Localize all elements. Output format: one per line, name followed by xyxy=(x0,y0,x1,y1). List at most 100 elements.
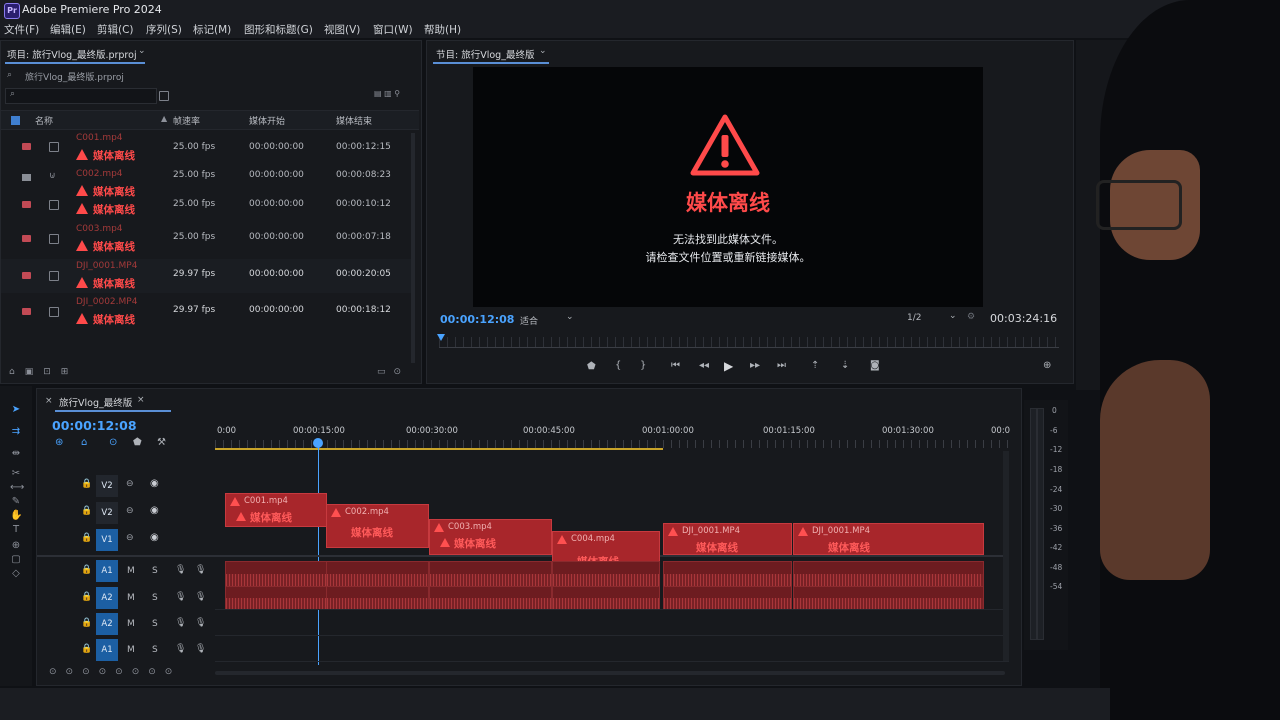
audio-clip[interactable] xyxy=(326,586,429,610)
lock-icon[interactable]: 🔒 xyxy=(81,565,92,575)
track-v1-toggle[interactable]: V1 xyxy=(96,529,118,551)
chevron-down-icon[interactable]: ⌄ xyxy=(949,311,957,321)
zoom-tool-icon[interactable]: ⊕ xyxy=(10,540,22,552)
audio-clip[interactable] xyxy=(429,586,552,610)
microphone-icon[interactable]: 🎙 xyxy=(195,644,206,654)
project-footer-right-icons[interactable]: ▭⊙ xyxy=(377,367,409,377)
mute-button[interactable]: M xyxy=(127,619,135,629)
track-a2-toggle[interactable]: A2 xyxy=(96,613,118,635)
lock-icon[interactable]: 🔒 xyxy=(81,479,92,489)
settings-wrench-icon[interactable]: ⚙ xyxy=(967,312,975,322)
sync-lock-icon[interactable]: ⊖ xyxy=(126,533,134,543)
audio-clip[interactable] xyxy=(793,561,984,587)
microphone-icon[interactable]: 🎙 xyxy=(175,592,186,602)
audio-clip[interactable] xyxy=(552,586,660,610)
mark-out-icon[interactable]: } xyxy=(640,360,646,371)
menu-window[interactable]: 窗口(W) xyxy=(373,22,413,37)
add-marker-icon[interactable]: ⬟ xyxy=(587,361,596,372)
button-editor-icon[interactable]: ⊕ xyxy=(1043,360,1051,371)
track-a1-toggle[interactable]: A1 xyxy=(96,560,118,582)
microphone-icon[interactable]: 🎙 xyxy=(175,565,186,575)
menu-markers[interactable]: 标记(M) xyxy=(193,22,231,37)
timeline-vertical-scrollbar[interactable] xyxy=(1003,451,1009,661)
ripple-edit-tool-icon[interactable]: ⇹ xyxy=(10,448,22,460)
close-tab-icon[interactable]: × xyxy=(45,396,53,406)
timeline-clip[interactable]: C003.mp4 媒体离线 xyxy=(429,519,552,555)
audio-clip[interactable] xyxy=(552,561,660,587)
project-scrollbar[interactable] xyxy=(411,133,415,363)
lock-icon[interactable]: 🔒 xyxy=(81,644,92,654)
mute-button[interactable]: M xyxy=(127,645,135,655)
snap-icon[interactable]: ⌂ xyxy=(81,437,87,448)
program-tab-menu-icon[interactable]: ⌄ xyxy=(539,46,547,56)
extract-icon[interactable]: ⇣ xyxy=(841,360,849,371)
resolution-select[interactable]: 1/2 xyxy=(907,313,921,323)
eye-icon[interactable]: ◉ xyxy=(150,505,159,516)
track-v2-toggle[interactable]: V2 xyxy=(96,475,118,497)
close-sequence-icon[interactable]: × xyxy=(137,395,145,405)
pen-tool-icon[interactable]: ✎ xyxy=(10,496,22,508)
audio-clip[interactable] xyxy=(225,586,327,610)
menu-help[interactable]: 帮助(H) xyxy=(424,22,461,37)
sync-lock-icon[interactable]: ⊖ xyxy=(126,506,134,516)
add-marker-timeline-icon[interactable]: ⬟ xyxy=(133,437,142,448)
timeline-clip[interactable]: C001.mp4 媒体离线 xyxy=(225,493,327,527)
lock-icon[interactable]: 🔒 xyxy=(81,592,92,602)
step-back-icon[interactable]: ◂◂ xyxy=(699,360,709,371)
mute-button[interactable]: M xyxy=(127,593,135,603)
time-ruler[interactable]: 0:00 00:00:15:00 00:00:30:00 00:00:45:00… xyxy=(215,424,1010,450)
col-media-start[interactable]: 媒体开始 xyxy=(249,114,285,127)
audio-clip[interactable] xyxy=(663,561,792,587)
microphone-icon[interactable]: 🎙 xyxy=(195,565,206,575)
rectangle-tool-icon[interactable]: ▢ xyxy=(10,554,22,566)
project-tab[interactable]: 项目: 旅行Vlog_最终版.prproj xyxy=(7,47,137,61)
view-options-icon[interactable]: ▤ ▥ ⚲ xyxy=(374,89,400,98)
timeline-tab[interactable]: 旅行Vlog_最终版 xyxy=(59,395,132,409)
microphone-icon[interactable]: 🎙 xyxy=(175,618,186,628)
project-row[interactable]: C003.mp4 媒体离线 25.00 fps 00:00:00:00 00:0… xyxy=(1,222,411,256)
mark-in-icon[interactable]: { xyxy=(615,360,621,371)
timeline-footer-icons[interactable]: ⊙⊙⊙⊙⊙⊙⊙⊙ xyxy=(49,667,181,677)
timeline-clip[interactable]: C002.mp4 媒体离线 xyxy=(326,504,429,548)
menu-view[interactable]: 视图(V) xyxy=(324,22,360,37)
selection-tool-icon[interactable]: ➤ xyxy=(10,404,22,416)
timeline-settings-icon[interactable]: ⚒ xyxy=(157,437,166,448)
export-frame-icon[interactable]: ◙ xyxy=(870,360,880,371)
hand-tool-icon[interactable]: ✋ xyxy=(10,510,22,522)
solo-button[interactable]: S xyxy=(152,566,158,576)
lift-icon[interactable]: ⇡ xyxy=(811,360,819,371)
program-viewer[interactable]: 媒体离线 无法找到此媒体文件。 请检查文件位置或重新链接媒体。 xyxy=(473,67,983,307)
step-forward-icon[interactable]: ▸▸ xyxy=(750,360,760,371)
new-bin-icon[interactable] xyxy=(159,91,169,101)
program-tab[interactable]: 节目: 旅行Vlog_最终版 xyxy=(436,47,534,61)
project-row[interactable]: DJI_0002.MP4 媒体离线 29.97 fps 00:00:00:00 … xyxy=(1,295,411,329)
project-search-input[interactable]: ⌕ xyxy=(5,88,157,104)
timeline-zoom-scrollbar[interactable] xyxy=(215,671,1005,675)
project-row[interactable]: DJI_0001.MP4 媒体离线 29.97 fps 00:00:00:00 … xyxy=(1,259,411,293)
menu-graphics[interactable]: 图形和标题(G) xyxy=(244,22,313,37)
slip-tool-icon[interactable]: ⟷ xyxy=(10,482,24,494)
lock-icon[interactable]: 🔒 xyxy=(81,533,92,543)
track-a2-toggle[interactable]: A2 xyxy=(96,587,118,609)
project-tab-menu-icon[interactable]: ⌄ xyxy=(138,46,146,56)
timeline-timecode[interactable]: 00:00:12:08 xyxy=(52,418,137,433)
program-playhead[interactable] xyxy=(437,334,445,341)
solo-button[interactable]: S xyxy=(152,593,158,603)
solo-button[interactable]: S xyxy=(152,619,158,629)
lock-icon[interactable]: 🔒 xyxy=(81,618,92,628)
timeline-clip[interactable]: DJI_0001.MP4 媒体离线 xyxy=(793,523,984,555)
sync-lock-icon[interactable]: ⊖ xyxy=(126,479,134,489)
lock-icon[interactable]: 🔒 xyxy=(81,506,92,516)
go-to-in-icon[interactable]: ⏮ xyxy=(671,360,680,371)
program-scrubber[interactable] xyxy=(439,337,1059,348)
eye-icon[interactable]: ◉ xyxy=(150,532,159,543)
col-media-end[interactable]: 媒体结束 xyxy=(336,114,372,127)
nest-sequence-icon[interactable]: ⊛ xyxy=(55,437,63,448)
play-icon[interactable]: ▶ xyxy=(724,359,733,373)
project-row[interactable]: C001.mp4 媒体离线 25.00 fps 00:00:00:00 00:0… xyxy=(1,131,411,165)
program-timecode[interactable]: 00:00:12:08 xyxy=(440,313,514,326)
menu-file[interactable]: 文件(F) xyxy=(4,22,39,37)
linked-selection-icon[interactable]: ⊙ xyxy=(109,437,117,448)
project-row[interactable]: ⊍ C002.mp4 媒体离线 媒体离线 25.00 fps 00:00:00:… xyxy=(1,167,411,219)
fit-select[interactable]: 适合 xyxy=(520,314,538,327)
